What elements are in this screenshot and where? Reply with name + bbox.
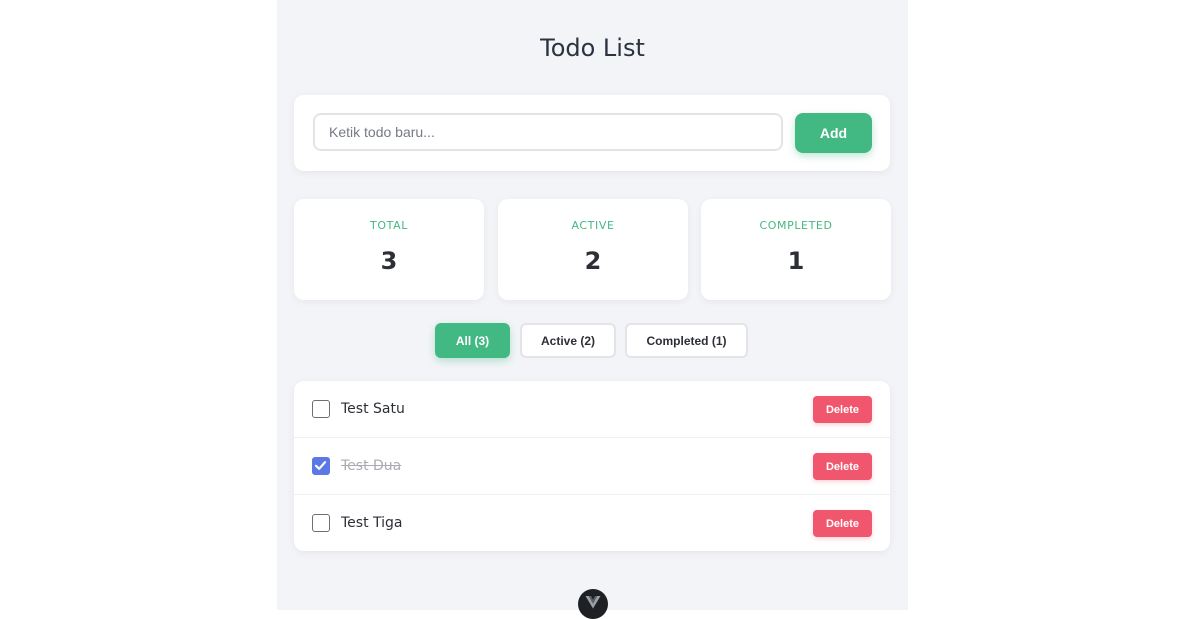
delete-button[interactable]: Delete [813,510,872,537]
delete-button[interactable]: Delete [813,396,872,423]
stat-value: 1 [787,247,805,275]
todo-app: Todo List Add TOTAL 3 ACTIVE 2 COMPLETED… [277,0,908,619]
stat-label: ACTIVE [571,219,615,232]
stat-card-total: TOTAL 3 [294,199,484,300]
filter-completed-button[interactable]: Completed (1) [625,323,748,358]
todo-checkbox[interactable] [312,400,330,418]
todo-checkbox[interactable] [312,457,330,475]
new-todo-input[interactable] [313,113,783,151]
todo-text: Test Dua [341,458,402,474]
todo-checkbox[interactable] [312,514,330,532]
vue-devtools-button[interactable] [578,589,608,619]
todo-text: Test Satu [341,401,405,417]
stat-label: TOTAL [370,219,408,232]
todo-item: Test Dua Delete [294,438,890,495]
todo-text: Test Tiga [341,515,403,531]
todo-list: Test Satu Delete Test Dua Delete Test Ti… [294,381,890,551]
vue-devtools-icon [585,596,601,609]
check-icon [314,461,327,470]
todo-item: Test Tiga Delete [294,495,890,551]
add-todo-card: Add [294,95,890,171]
delete-button[interactable]: Delete [813,453,872,480]
stat-card-active: ACTIVE 2 [498,199,688,300]
stat-card-completed: COMPLETED 1 [701,199,891,300]
add-button[interactable]: Add [795,113,872,153]
filter-all-button[interactable]: All (3) [435,323,510,358]
stat-value: 2 [584,247,602,275]
todo-item: Test Satu Delete [294,381,890,438]
stat-value: 3 [380,247,398,275]
stat-label: COMPLETED [759,219,833,232]
page-title: Todo List [540,34,645,62]
filter-active-button[interactable]: Active (2) [520,323,616,358]
